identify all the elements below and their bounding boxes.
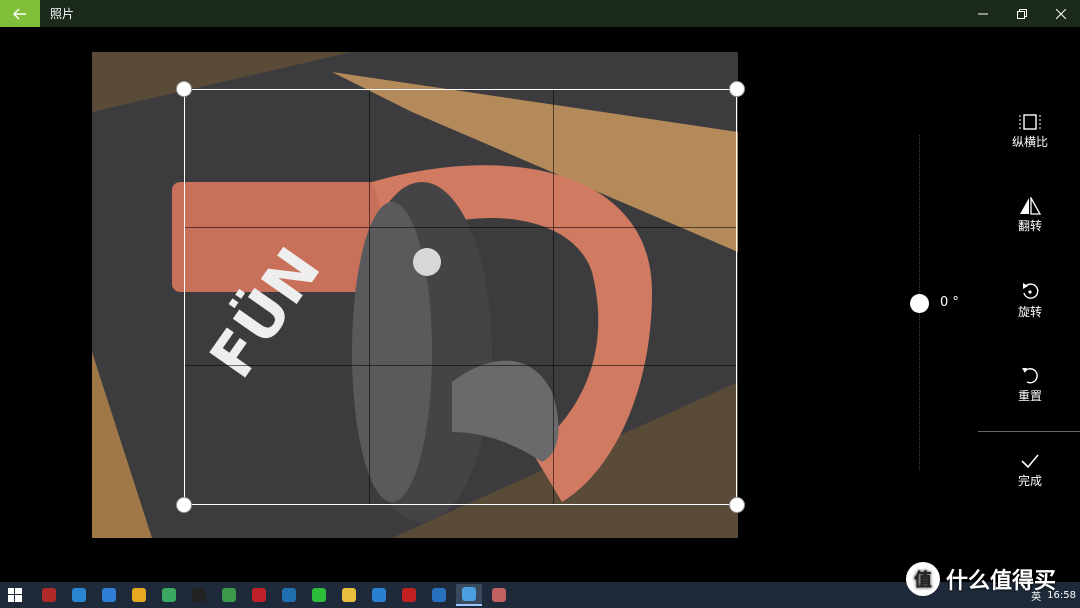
rotate-button[interactable]: 旋转: [996, 281, 1064, 320]
close-button[interactable]: [1041, 0, 1080, 27]
app-bird-icon: [372, 588, 386, 602]
app-blue-circle-icon: [282, 588, 296, 602]
crop-handle-bottom-left[interactable]: [176, 497, 192, 513]
app-green-cube-icon: [162, 588, 176, 602]
app-chat-icon: [432, 588, 446, 602]
minimize-icon: [977, 13, 988, 14]
reset-button[interactable]: 重置: [996, 365, 1064, 404]
reset-icon: [1022, 368, 1038, 384]
rotate-icon: [1023, 283, 1039, 299]
taskbar-app-terminal[interactable]: [186, 584, 212, 606]
window-controls: [963, 0, 1080, 27]
rotation-slider-thumb[interactable]: [910, 294, 929, 313]
rotate-label: 旋转: [1017, 305, 1042, 319]
taskbar-app-blue-circle[interactable]: [276, 584, 302, 606]
windows-icon: [8, 588, 22, 602]
app-yellow-icon: [132, 588, 146, 602]
back-button[interactable]: [0, 0, 40, 27]
taskbar-app-bird[interactable]: [366, 584, 392, 606]
flip-label: 翻转: [1017, 219, 1042, 233]
minimize-button[interactable]: [963, 0, 1002, 27]
reset-label: 重置: [1017, 389, 1042, 403]
title-bar: 照片: [0, 0, 1080, 27]
app-flower-icon: [252, 588, 266, 602]
taskbar-app-wechat[interactable]: [306, 584, 332, 606]
app-red-book-icon: [42, 588, 56, 602]
taskbar-app-green-cube[interactable]: [156, 584, 182, 606]
taskbar-app-wps[interactable]: [96, 584, 122, 606]
rotation-value: 0 °: [940, 295, 959, 310]
app-terminal-icon: [192, 588, 206, 602]
crop-grid-line: [553, 90, 554, 504]
app-messenger-icon: [72, 588, 86, 602]
panel-divider: [978, 431, 1080, 432]
taskbar-app-photos[interactable]: [456, 584, 482, 606]
back-arrow-icon: [13, 8, 26, 19]
app-map-icon: [222, 588, 236, 602]
close-icon: [1055, 8, 1066, 19]
watermark-logo: 值: [906, 562, 940, 596]
app-red-circle-icon: [402, 588, 416, 602]
flip-button[interactable]: 翻转: [996, 197, 1064, 234]
crop-frame[interactable]: [184, 89, 737, 505]
aspect-ratio-button[interactable]: 纵横比: [996, 113, 1064, 150]
app-wps-icon: [102, 588, 116, 602]
crop-grid-line: [185, 365, 736, 366]
crop-grid-line: [369, 90, 370, 504]
taskbar-app-map[interactable]: [216, 584, 242, 606]
watermark-text: 什么值得买: [946, 569, 1057, 594]
taskbar-app-messenger[interactable]: [66, 584, 92, 606]
taskbar-app-flower[interactable]: [246, 584, 272, 606]
taskbar-app-chat[interactable]: [426, 584, 452, 606]
restore-icon: [1016, 8, 1027, 19]
crop-handle-top-left[interactable]: [176, 81, 192, 97]
app-paint-icon: [492, 588, 506, 602]
crop-grid-line: [185, 227, 736, 228]
watermark: 值 什么值得买: [906, 562, 1056, 596]
checkmark-icon: [1021, 454, 1039, 469]
aspect-ratio-icon: [1019, 114, 1041, 130]
restore-button[interactable]: [1002, 0, 1041, 27]
taskbar-app-folder[interactable]: [336, 584, 362, 606]
aspect-ratio-label: 纵横比: [1011, 135, 1048, 149]
app-wechat-icon: [312, 588, 326, 602]
app-folder-icon: [342, 588, 356, 602]
taskbar-apps: [34, 584, 514, 606]
done-label: 完成: [1017, 474, 1042, 488]
flip-icon: [1020, 197, 1041, 215]
done-button[interactable]: 完成: [996, 452, 1064, 489]
crop-handle-top-right[interactable]: [729, 81, 745, 97]
app-photos-icon: [462, 587, 476, 601]
taskbar-app-red-circle[interactable]: [396, 584, 422, 606]
app-title: 照片: [50, 7, 75, 21]
crop-handle-bottom-right[interactable]: [729, 497, 745, 513]
taskbar-app-red-book[interactable]: [36, 584, 62, 606]
taskbar-app-yellow[interactable]: [126, 584, 152, 606]
start-button[interactable]: [0, 582, 30, 608]
taskbar-app-paint[interactable]: [486, 584, 512, 606]
